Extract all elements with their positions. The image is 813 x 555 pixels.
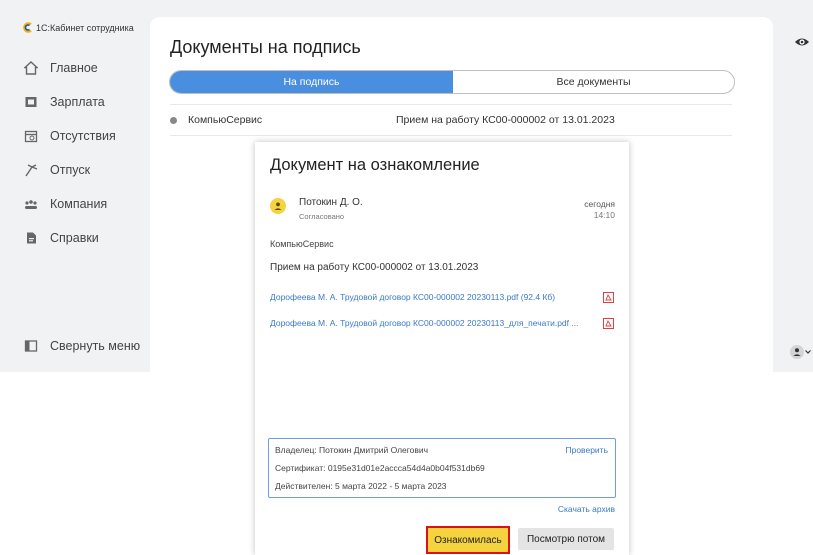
user-menu-button[interactable] (790, 345, 812, 359)
collapse-menu-label: Свернуть меню (50, 339, 141, 353)
certificate-owner: Владелец: Потокин Дмитрий Олегович (275, 445, 429, 455)
sidebar-item-label: Отпуск (50, 163, 91, 177)
time-label: 14:10 (593, 210, 615, 220)
sidebar-item-vacation[interactable]: Отпуск (24, 160, 90, 180)
person-name: Потокин Д. О. (299, 197, 363, 208)
sidebar-item-absences[interactable]: Отсутствия (24, 126, 116, 146)
dialog-title: Документ на ознакомление (270, 156, 480, 174)
certificate-validity: Действителен: 5 марта 2022 - 5 марта 202… (275, 481, 447, 491)
unread-dot-icon (170, 117, 177, 124)
certificate-box: Владелец: Потокин Дмитрий Олегович Прове… (268, 438, 616, 498)
page-title: Документы на подпись (170, 37, 361, 57)
person-avatar (270, 198, 286, 214)
pdf-icon[interactable] (603, 318, 614, 329)
sidebar-item-salary[interactable]: Зарплата (24, 92, 105, 112)
user-icon (274, 202, 282, 210)
sidebar-item-certificates[interactable]: Справки (24, 228, 99, 248)
people-icon (24, 197, 38, 211)
document-dialog: Документ на ознакомление Потокин Д. О. С… (255, 142, 629, 555)
1c-logo-icon (23, 22, 32, 33)
document-icon (24, 231, 38, 245)
file-link-contract[interactable]: Дорофеева М. А. Трудовой договор КС00-00… (270, 292, 610, 302)
list-item[interactable]: КомпьюСервис Прием на работу КС00-000002… (170, 104, 732, 136)
collapse-panel-icon (24, 339, 38, 353)
file-link-print[interactable]: Дорофеева М. А. Трудовой договор КС00-00… (270, 318, 598, 328)
sidebar-item-label: Отсутствия (50, 129, 116, 143)
tab-all-documents[interactable]: Все документы (453, 71, 734, 93)
chevron-down-icon (805, 350, 811, 354)
sidebar: 1С:Кабинет сотрудника Главное Зарплата О… (0, 0, 152, 372)
certificate-serial: Сертификат: 0195e31d01e2accca54d4a0b04f5… (275, 463, 485, 473)
tab-to-sign[interactable]: На подпись (170, 71, 453, 93)
vacation-icon (24, 163, 38, 177)
sidebar-item-label: Зарплата (50, 95, 105, 109)
sidebar-item-label: Справки (50, 231, 99, 245)
app-title: 1С:Кабинет сотрудника (36, 22, 134, 33)
list-item-title: Прием на работу КС00-000002 от 13.01.202… (396, 114, 615, 126)
document-subject: Прием на работу КС00-000002 от 13.01.202… (270, 262, 479, 273)
eye-icon[interactable] (794, 36, 810, 48)
approval-status: Согласовано (299, 212, 345, 221)
collapse-menu-button[interactable]: Свернуть меню (24, 336, 140, 356)
verify-link[interactable]: Проверить (565, 445, 608, 455)
sidebar-item-home[interactable]: Главное (24, 58, 98, 78)
app-logo[interactable]: 1С:Кабинет сотрудника (22, 22, 134, 33)
acknowledge-button[interactable]: Ознакомилась (426, 526, 510, 554)
tab-bar: На подпись Все документы (169, 70, 735, 94)
view-later-button[interactable]: Посмотрю потом (518, 528, 614, 550)
user-avatar-icon (790, 345, 804, 359)
download-archive-link[interactable]: Скачать архив (558, 504, 615, 514)
calendar-icon (24, 129, 38, 143)
date-label: сегодня (584, 199, 615, 209)
list-item-org: КомпьюСервис (188, 114, 263, 126)
salary-icon (24, 95, 38, 109)
home-icon (24, 61, 38, 75)
company-name: КомпьюСервис (270, 239, 334, 249)
sidebar-item-label: Компания (50, 197, 108, 211)
sidebar-item-company[interactable]: Компания (24, 194, 107, 214)
sidebar-item-label: Главное (50, 61, 98, 75)
pdf-icon[interactable] (603, 292, 614, 303)
